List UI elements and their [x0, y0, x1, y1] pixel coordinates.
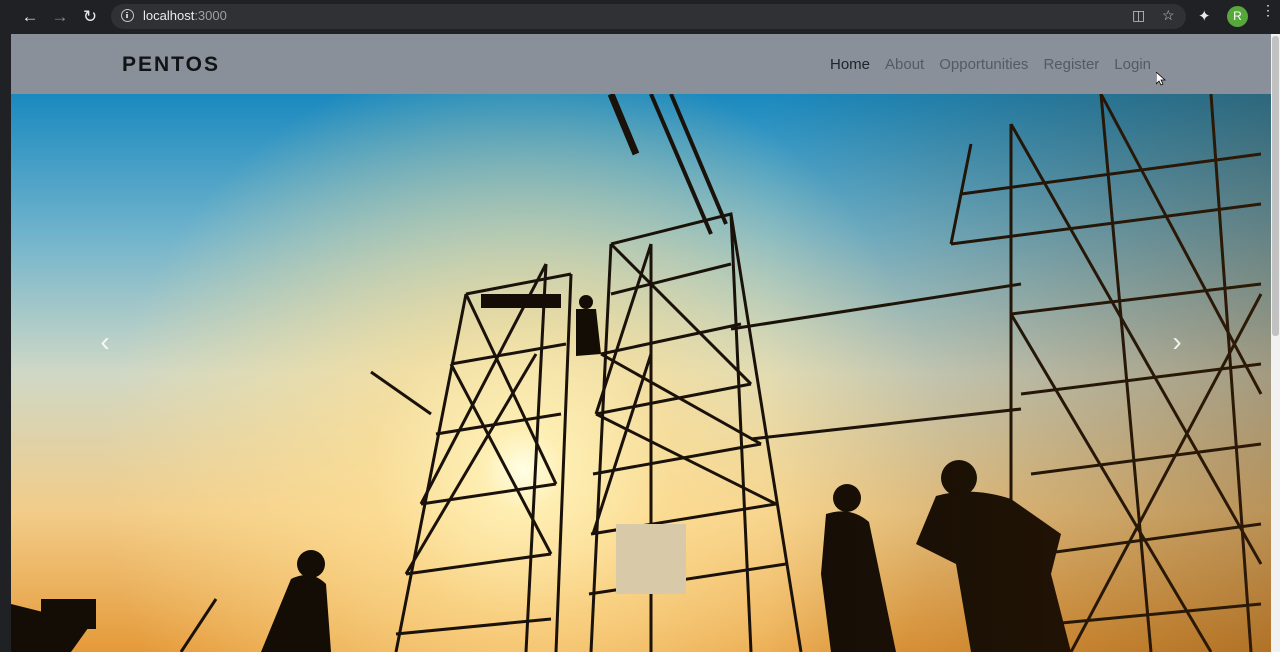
hero-carousel: ‹ ›: [11, 94, 1271, 652]
info-icon[interactable]: [121, 9, 134, 22]
back-arrow-icon[interactable]: ←: [19, 6, 41, 28]
url-host: localhost: [143, 8, 195, 23]
star-icon[interactable]: ☆: [1162, 7, 1175, 24]
nav-link-register[interactable]: Register: [1043, 56, 1099, 73]
mouse-cursor-icon: [1156, 72, 1166, 86]
puzzle-extension-icon[interactable]: ✦: [1198, 7, 1211, 25]
carousel-prev-button[interactable]: ‹: [91, 328, 119, 356]
scrollbar-thumb[interactable]: [1272, 36, 1279, 336]
reload-icon[interactable]: ↻: [79, 6, 101, 28]
browser-toolbar: ← → ↻ localhost:3000 ◫ ☆ ✦ R ⋮: [0, 0, 1280, 34]
nav-link-opportunities[interactable]: Opportunities: [939, 56, 1028, 73]
web-page: PENTOS Home About Opportunities Register…: [11, 34, 1271, 652]
nav-link-about[interactable]: About: [885, 56, 924, 73]
url-text[interactable]: localhost:3000: [143, 8, 227, 23]
site-navbar: PENTOS Home About Opportunities Register…: [11, 34, 1271, 94]
nav-links: Home About Opportunities Register Login: [830, 56, 1151, 73]
nav-link-login[interactable]: Login: [1114, 56, 1151, 73]
translate-icon[interactable]: ◫: [1132, 7, 1145, 24]
url-port: :3000: [194, 8, 227, 23]
profile-avatar[interactable]: R: [1227, 6, 1248, 27]
kebab-menu-icon[interactable]: ⋮: [1261, 3, 1275, 17]
nav-link-home[interactable]: Home: [830, 56, 870, 73]
construction-silhouette-image: [11, 94, 1263, 652]
forward-arrow-icon[interactable]: →: [49, 6, 71, 28]
carousel-next-button[interactable]: ›: [1163, 328, 1191, 356]
address-bar[interactable]: localhost:3000 ◫ ☆: [111, 4, 1186, 29]
brand-logo[interactable]: PENTOS: [122, 53, 220, 77]
